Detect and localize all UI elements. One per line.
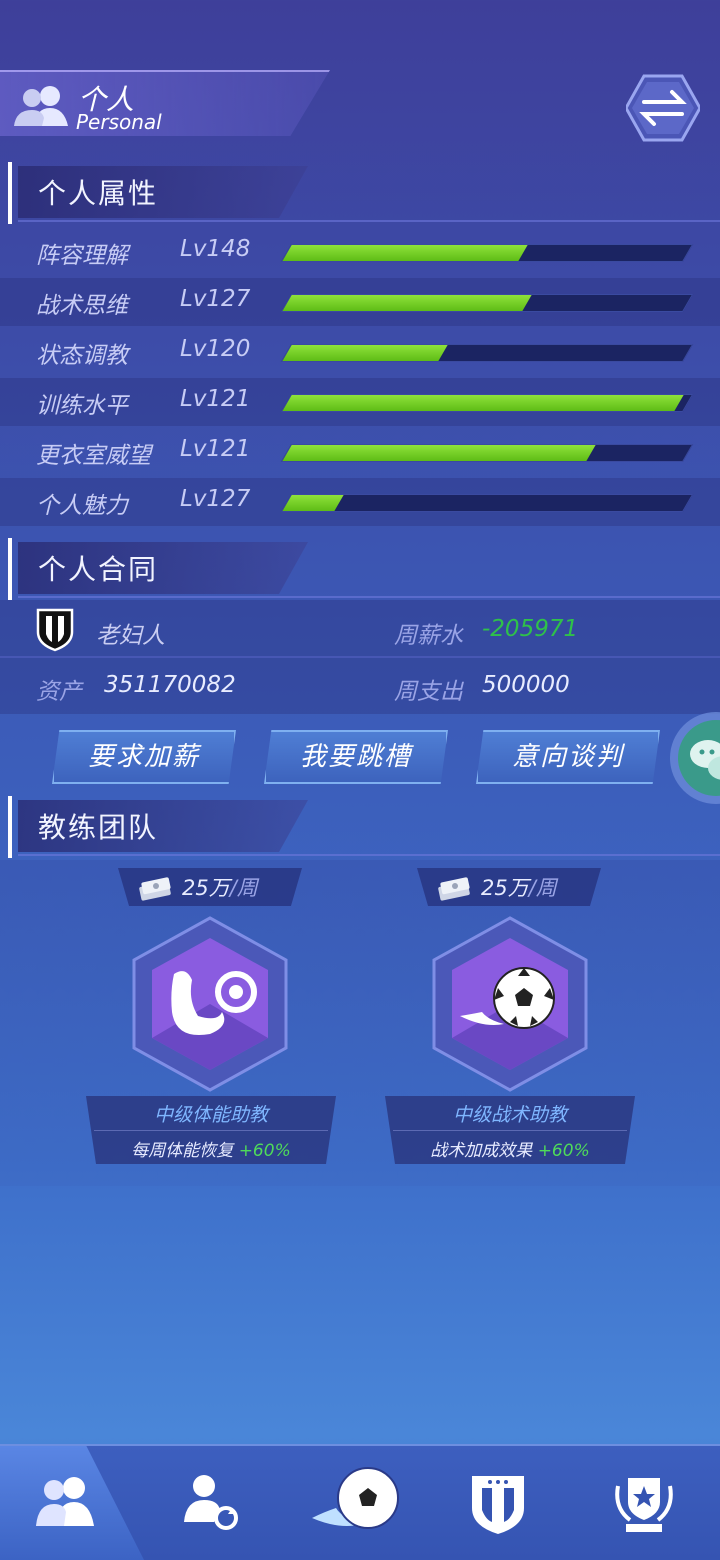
attribute-name: 战术思维 — [36, 293, 128, 319]
club-crest-icon — [36, 608, 74, 652]
coach-bonus: +60% — [537, 1141, 590, 1161]
attribute-row: 个人魅力 Lv127 — [0, 478, 720, 526]
coach-role: 中级战术助教 — [452, 1104, 567, 1126]
people-icon — [36, 1477, 94, 1526]
nav-tab-trophy[interactable] — [576, 1446, 720, 1560]
negotiate-button[interactable]: 意向谈判 — [476, 730, 660, 784]
transfer-button[interactable]: 我要跳槽 — [264, 730, 448, 784]
attribute-level: Lv121 — [180, 386, 251, 412]
attribute-row: 训练水平 Lv121 — [0, 378, 720, 426]
nav-tab-match[interactable] — [288, 1446, 432, 1560]
weekly-salary-label: 周薪水 — [394, 623, 463, 649]
attribute-progress-bar — [280, 344, 694, 362]
section-title: 个人属性 — [38, 177, 159, 210]
attribute-name: 训练水平 — [36, 393, 128, 419]
attribute-row: 阵容理解 Lv148 — [0, 228, 720, 276]
weekly-expense-value: 500000 — [482, 672, 570, 698]
attribute-progress-bar — [280, 294, 694, 312]
coach-effect: 战术加成效果 — [430, 1141, 533, 1161]
assets-value: 351170082 — [104, 672, 236, 698]
attribute-progress-bar — [280, 444, 694, 462]
assets-label: 资产 — [36, 679, 82, 705]
coach-cost-value: 25万 — [182, 876, 230, 900]
section-attributes: 个人属性 — [8, 162, 720, 224]
soccer-ball-icon[interactable] — [430, 916, 590, 1092]
fitness-arm-icon[interactable] — [130, 916, 290, 1092]
attribute-level: Lv127 — [180, 286, 251, 312]
coach-card: 中级体能助教 每周体能恢复 +60% — [86, 1096, 336, 1164]
money-stack-icon — [139, 877, 171, 901]
attribute-name: 个人魅力 — [36, 493, 128, 519]
section-contract: 个人合同 — [8, 538, 720, 600]
coach-card: 中级战术助教 战术加成效果 +60% — [385, 1096, 635, 1164]
attribute-name: 更衣室威望 — [36, 443, 151, 469]
coach-role: 中级体能助教 — [153, 1104, 268, 1126]
chat-icon[interactable] — [668, 710, 720, 806]
coach-cost-value: 25万 — [481, 876, 529, 900]
request-raise-button[interactable]: 要求加薪 — [52, 730, 236, 784]
section-coach-team: 教练团队 — [8, 796, 720, 858]
weekly-salary-value: -205971 — [482, 616, 579, 642]
coach-cost-badge: 25万/周 — [417, 868, 601, 906]
people-icon — [14, 86, 68, 126]
attribute-row: 战术思维 Lv127 — [0, 278, 720, 326]
attribute-progress-bar — [280, 494, 694, 512]
attribute-level: Lv127 — [180, 486, 251, 512]
page-subtitle: Personal — [76, 110, 162, 134]
money-stack-icon — [438, 877, 470, 901]
coach-cost-unit: /周 — [528, 876, 557, 900]
swap-arrows-icon[interactable] — [626, 74, 700, 142]
attribute-level: Lv121 — [180, 436, 251, 462]
nav-tab-player-swap[interactable] — [144, 1446, 288, 1560]
nav-tab-team[interactable] — [432, 1446, 576, 1560]
coach-effect: 每周体能恢复 — [131, 1141, 234, 1161]
attribute-progress-bar — [280, 394, 694, 412]
attribute-row: 更衣室威望 Lv121 — [0, 428, 720, 476]
team-badge-icon — [472, 1476, 524, 1534]
club-name: 老妇人 — [96, 623, 165, 649]
coach-cost-badge: 25万/周 — [118, 868, 302, 906]
section-title: 个人合同 — [38, 553, 159, 586]
attribute-progress-bar — [280, 244, 694, 262]
trophy-icon — [615, 1478, 673, 1532]
attribute-name: 阵容理解 — [36, 243, 128, 269]
coach-bonus: +60% — [238, 1141, 291, 1161]
attribute-level: Lv148 — [180, 236, 251, 262]
weekly-expense-label: 周支出 — [394, 679, 463, 705]
attribute-row: 状态调教 Lv120 — [0, 328, 720, 376]
soccer-ball-icon — [312, 1467, 399, 1529]
attribute-level: Lv120 — [180, 336, 251, 362]
section-title: 教练团队 — [38, 811, 159, 844]
attribute-name: 状态调教 — [36, 343, 128, 369]
player-swap-icon — [184, 1475, 238, 1530]
coach-cost-unit: /周 — [229, 876, 258, 900]
